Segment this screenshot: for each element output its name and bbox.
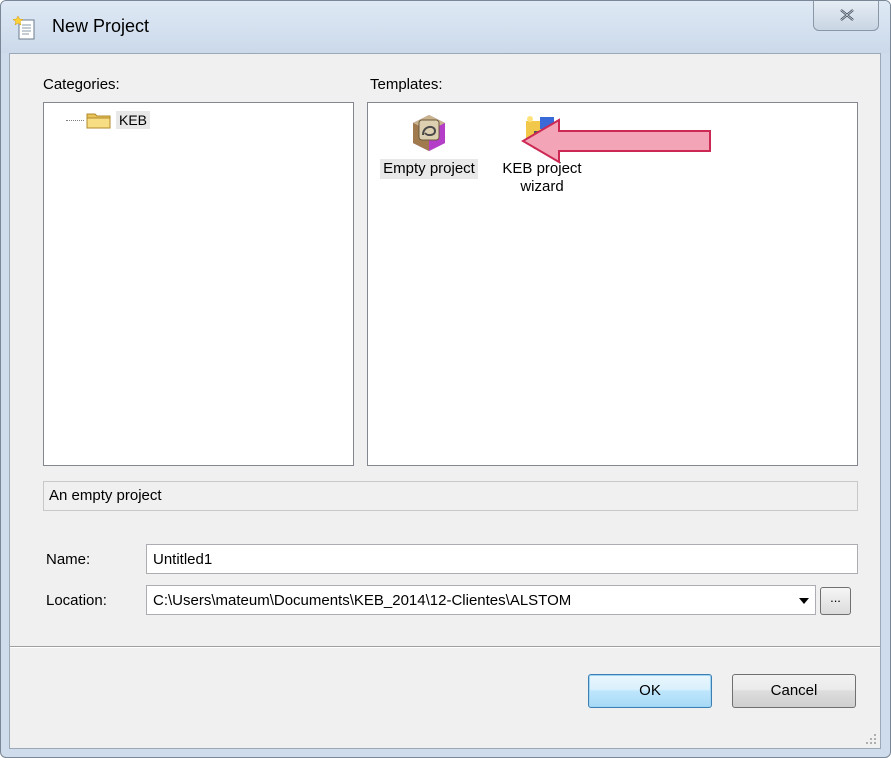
- dialog-body: Categories: Templates: KEB Empty project…: [9, 53, 881, 749]
- title-bar: New Project: [1, 1, 890, 53]
- template-empty-project[interactable]: Empty project: [369, 111, 489, 179]
- name-field[interactable]: [146, 544, 858, 574]
- empty-project-icon: [413, 115, 445, 151]
- template-label: Empty project: [380, 159, 478, 179]
- new-document-icon: [13, 15, 35, 40]
- tree-connector: [66, 119, 84, 121]
- resize-grip-icon[interactable]: [865, 733, 877, 745]
- browse-button[interactable]: ...: [820, 587, 851, 615]
- close-icon: [840, 9, 854, 21]
- ok-button[interactable]: OK: [588, 674, 712, 708]
- name-label: Name:: [46, 551, 91, 568]
- description-text: An empty project: [49, 487, 162, 504]
- categories-label: Categories:: [43, 76, 120, 93]
- folder-icon: [86, 113, 111, 129]
- annotation-arrow: [521, 118, 711, 164]
- templates-label: Templates:: [370, 76, 443, 93]
- window-title: New Project: [52, 16, 150, 36]
- dropdown-arrow-icon[interactable]: [799, 598, 809, 604]
- tree-item-keb[interactable]: KEB: [66, 109, 151, 131]
- tree-item-label: KEB: [116, 111, 151, 129]
- name-input[interactable]: [147, 545, 857, 573]
- cancel-button[interactable]: Cancel: [732, 674, 856, 708]
- separator: [10, 646, 880, 648]
- close-button[interactable]: [813, 1, 879, 31]
- location-combobox[interactable]: C:\Users\mateum\Documents\KEB_2014\12-Cl…: [146, 585, 816, 615]
- location-value: C:\Users\mateum\Documents\KEB_2014\12-Cl…: [153, 592, 572, 609]
- categories-tree[interactable]: KEB: [43, 102, 354, 466]
- new-project-dialog: New Project Categories: Templates: KEB E…: [0, 0, 891, 758]
- location-label: Location:: [46, 592, 107, 609]
- template-description: An empty project: [43, 481, 858, 511]
